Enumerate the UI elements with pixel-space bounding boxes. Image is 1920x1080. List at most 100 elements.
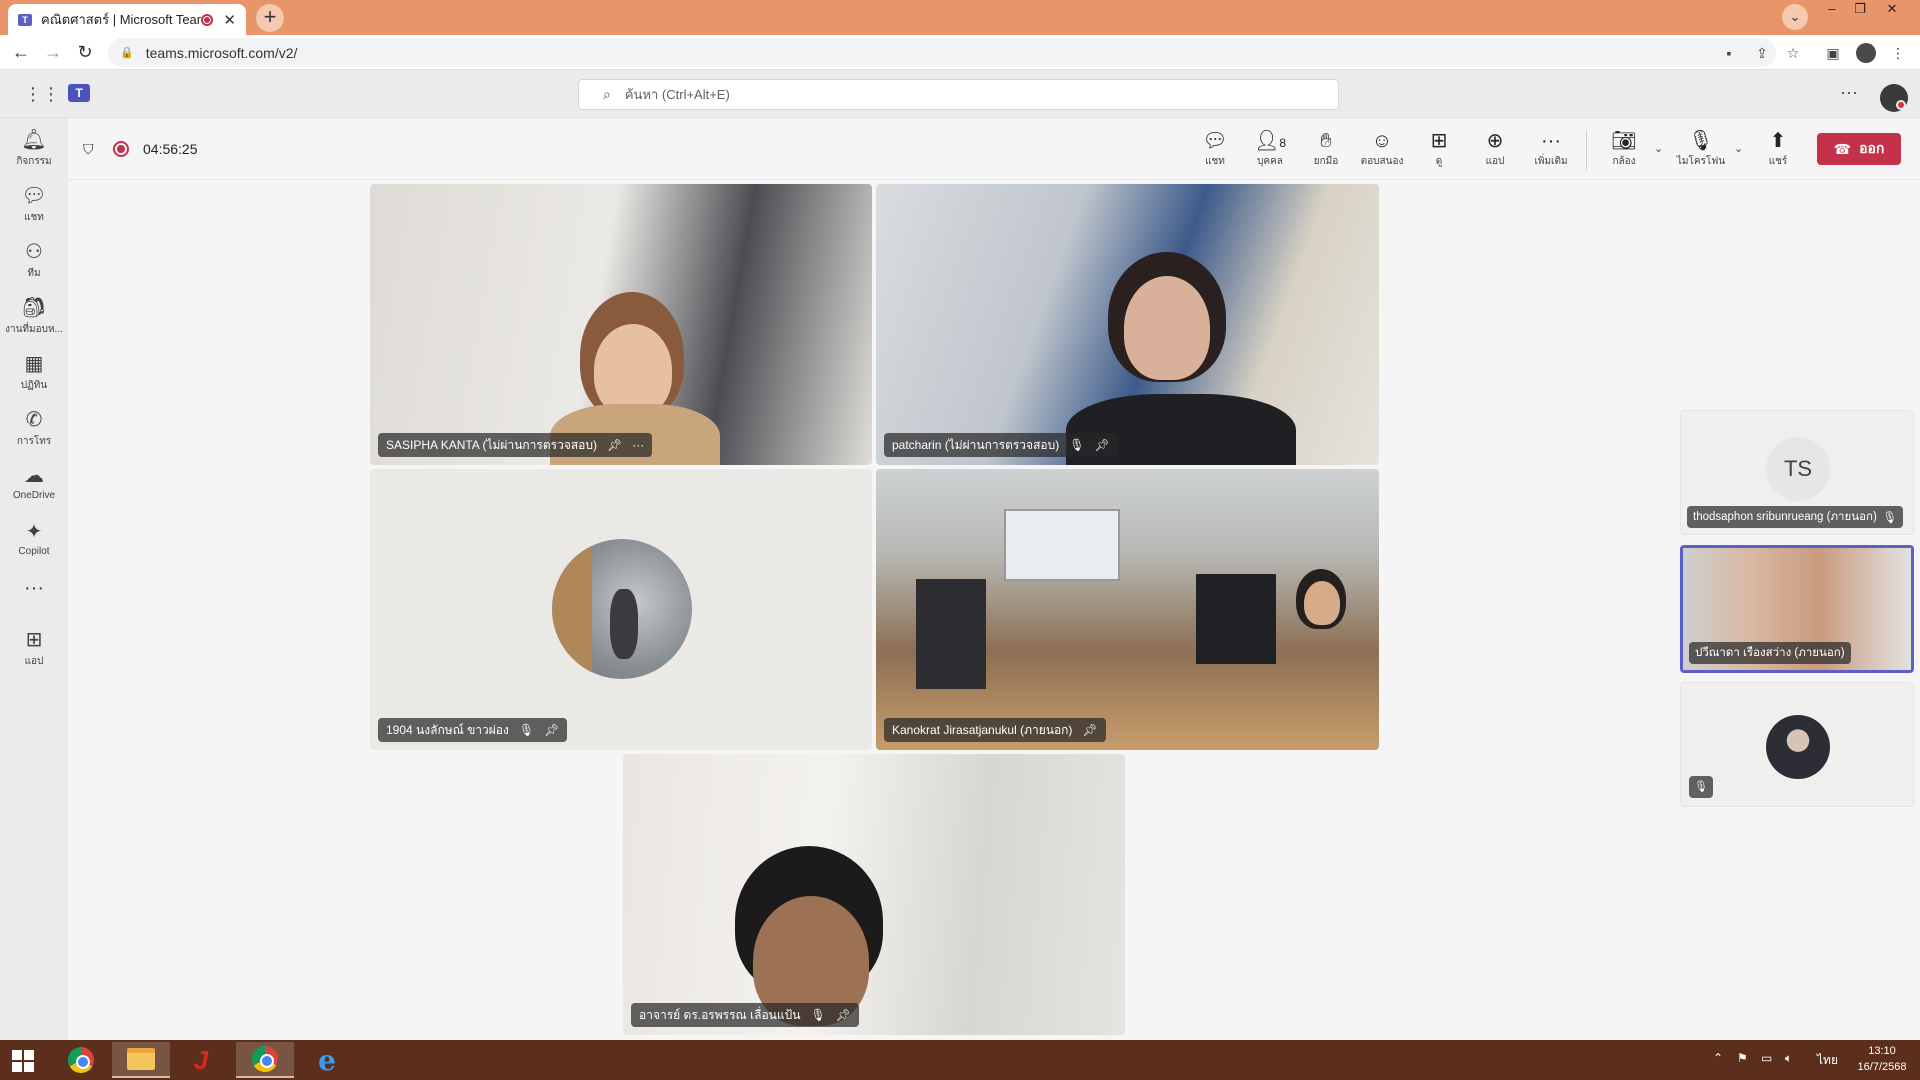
browser-profile-icon[interactable]: [1856, 43, 1876, 63]
video-tile[interactable]: SASIPHA KANTA (ไม่ผ่านการตรวจสอบ) 📌︎ ···: [370, 184, 872, 465]
mic-toggle-button[interactable]: 🎙︎ ไมโครโฟน: [1676, 128, 1726, 174]
minimize-icon[interactable]: –: [1818, 0, 1846, 30]
react-button[interactable]: ☺ ตอบสนอง: [1357, 128, 1407, 174]
rail-calls[interactable]: ✆ การโทร: [0, 408, 68, 458]
mic-muted-icon: 🎙︎: [518, 723, 535, 737]
left-app-rail: 🔔︎ กิจกรรม 💬︎ แชท ⚇ ทีม 🎒︎ งานที่มอบห...…: [0, 118, 68, 1040]
tile-more-icon[interactable]: ···: [632, 438, 644, 452]
browser-tab[interactable]: T คณิตศาสตร์ | Microsoft Teams ✕: [8, 4, 246, 35]
reload-icon[interactable]: ↻: [72, 39, 98, 65]
monitor-image: [1196, 574, 1276, 664]
mic-options-chevron-icon[interactable]: ⌄: [1734, 142, 1743, 155]
back-icon[interactable]: ←: [8, 39, 34, 65]
rail-teams[interactable]: ⚇ ทีม: [0, 240, 68, 290]
more-actions-button[interactable]: ··· เพิ่มเติม: [1526, 128, 1576, 174]
rail-activity[interactable]: 🔔︎ กิจกรรม: [0, 128, 68, 178]
side-participant-tile[interactable]: 🎙︎: [1680, 682, 1914, 807]
meeting-shield-icon[interactable]: ⛉: [83, 141, 94, 158]
taskbar-chrome[interactable]: [52, 1042, 110, 1078]
taskbar-chrome-active[interactable]: [236, 1042, 294, 1078]
person-image: [610, 589, 638, 659]
view-button[interactable]: ⊞ ดู: [1414, 128, 1464, 174]
system-clock[interactable]: 13:10 16/7/2568: [1850, 1043, 1914, 1075]
teams-favicon-icon: T: [18, 13, 32, 26]
apps-icon: ⊞: [25, 629, 43, 651]
close-tab-icon[interactable]: ✕: [223, 11, 236, 29]
camera-blocked-icon[interactable]: ▪: [1719, 43, 1739, 63]
pin-icon[interactable]: 📌︎: [544, 723, 559, 737]
pin-icon[interactable]: 📌︎: [1094, 438, 1109, 452]
raise-hand-button[interactable]: ✋︎ ยกมือ: [1301, 128, 1351, 174]
shelf-image: [552, 539, 592, 679]
tray-flag-icon[interactable]: ⚑: [1737, 1051, 1748, 1065]
taskbar-file-explorer[interactable]: [112, 1042, 170, 1078]
chrome-icon: [252, 1046, 278, 1072]
recording-indicator-icon: [201, 13, 214, 26]
rail-chat[interactable]: 💬︎ แชท: [0, 184, 68, 234]
rail-assignments[interactable]: 🎒︎ งานที่มอบห...: [0, 296, 68, 346]
video-tile[interactable]: patcharin (ไม่ผ่านการตรวจสอบ) 🎙︎ 📌︎: [876, 184, 1379, 465]
more-icon: ···: [24, 577, 44, 599]
chat-bubble-icon: 💬︎: [1202, 130, 1228, 152]
rail-more[interactable]: ···: [0, 576, 68, 626]
video-tile[interactable]: อาจารย์ ดร.อรพรรณ เลื่อนแป้น 🎙︎ 📌︎: [623, 754, 1125, 1035]
restore-icon[interactable]: ❐: [1846, 0, 1874, 30]
participant-avatar: [1766, 715, 1830, 779]
grid-view-icon: ⊞: [1430, 130, 1448, 152]
ie-icon: e: [318, 1043, 336, 1077]
pin-icon[interactable]: 📌︎: [1082, 723, 1097, 737]
volume-icon[interactable]: 🔈︎: [1785, 1051, 1792, 1066]
teams-header: ⋮⋮ T ⌕ ค้นหา (Ctrl+Alt+E) ···: [0, 70, 1920, 118]
recording-icon[interactable]: [113, 141, 129, 157]
pin-icon[interactable]: 📌︎: [607, 438, 622, 452]
leave-button[interactable]: ☎︎ ออก: [1817, 133, 1901, 165]
new-tab-button[interactable]: +: [256, 4, 284, 32]
initials-avatar: TS: [1766, 437, 1830, 501]
projector-screen-image: [1004, 509, 1120, 581]
camera-toggle-button[interactable]: 📷︎ กล้อง: [1599, 128, 1649, 174]
people-count: 8: [1279, 136, 1287, 150]
rail-copilot[interactable]: ✦ Copilot: [0, 520, 68, 570]
bookmark-star-icon[interactable]: ☆: [1783, 43, 1803, 63]
apps-button[interactable]: ⊕ แอป: [1470, 128, 1520, 174]
input-language[interactable]: ไทย: [1817, 1051, 1838, 1070]
pin-icon[interactable]: 📌︎: [836, 1008, 851, 1022]
windows-taskbar: J e ⌃ ⚑ ▭ 🔈︎ ไทย 13:10 16/7/2568: [0, 1040, 1920, 1080]
camera-options-chevron-icon[interactable]: ⌄: [1654, 142, 1663, 155]
tab-title: คณิตศาสตร์ | Microsoft Teams: [41, 12, 202, 27]
settings-more-icon[interactable]: ···: [1840, 82, 1858, 103]
start-button[interactable]: [12, 1050, 34, 1072]
tab-search-icon[interactable]: ⌄: [1782, 4, 1808, 30]
side-participant-tile[interactable]: TS thodsaphon sribunrueang (ภายนอก) 🎙︎: [1680, 410, 1914, 535]
url-field[interactable]: 🔒 teams.microsoft.com/v2/: [108, 38, 1776, 67]
participant-name-tag: patcharin (ไม่ผ่านการตรวจสอบ) 🎙︎ 📌︎: [884, 433, 1118, 457]
mic-muted-icon: 🎙︎: [810, 1008, 826, 1022]
tray-expand-icon[interactable]: ⌃: [1713, 1051, 1723, 1065]
address-bar: ← → ↻ 🔒 teams.microsoft.com/v2/ ▪ ⇪ ☆ ▣ …: [0, 35, 1920, 70]
taskbar-app-j[interactable]: J: [172, 1042, 230, 1078]
close-window-icon[interactable]: ✕: [1878, 0, 1906, 30]
forward-icon[interactable]: →: [40, 39, 66, 65]
browser-menu-icon[interactable]: ⋮: [1888, 43, 1908, 63]
mic-muted-icon: 🎙︎: [1689, 776, 1713, 798]
share-page-icon[interactable]: ⇪: [1752, 43, 1772, 63]
video-tile[interactable]: 1904 นงลักษณ์ ขาวผ่อง 🎙︎ 📌︎: [370, 469, 872, 750]
search-input[interactable]: ⌕ ค้นหา (Ctrl+Alt+E): [578, 79, 1339, 110]
url-text: teams.microsoft.com/v2/: [145, 44, 298, 61]
mic-muted-icon: 🎙︎: [1069, 438, 1085, 452]
people-button[interactable]: 👤︎8 บุคคล: [1245, 128, 1295, 174]
cloud-icon: ☁︎: [24, 465, 44, 487]
chat-button[interactable]: 💬︎ แชท: [1190, 128, 1240, 174]
assignments-icon: 🎒︎: [21, 297, 47, 319]
share-button[interactable]: ⬆ แชร์: [1753, 128, 1803, 174]
taskbar-internet-explorer[interactable]: e: [298, 1042, 356, 1078]
meeting-timer: 04:56:25: [143, 141, 198, 157]
rail-apps[interactable]: ⊞ แอป: [0, 628, 68, 678]
rail-calendar[interactable]: ▦ ปฏิทิน: [0, 352, 68, 402]
side-participant-tile-active-speaker[interactable]: ปวีณาดา เรืองสว่าง (ภายนอก): [1680, 545, 1914, 673]
app-launcher-icon[interactable]: ⋮⋮: [24, 84, 60, 104]
video-tile[interactable]: Kanokrat Jirasatjanukul (ภายนอก) 📌︎: [876, 469, 1379, 750]
rail-onedrive[interactable]: ☁︎ OneDrive: [0, 464, 68, 514]
side-panel-icon[interactable]: ▣: [1823, 43, 1843, 63]
network-icon[interactable]: ▭: [1761, 1051, 1772, 1065]
